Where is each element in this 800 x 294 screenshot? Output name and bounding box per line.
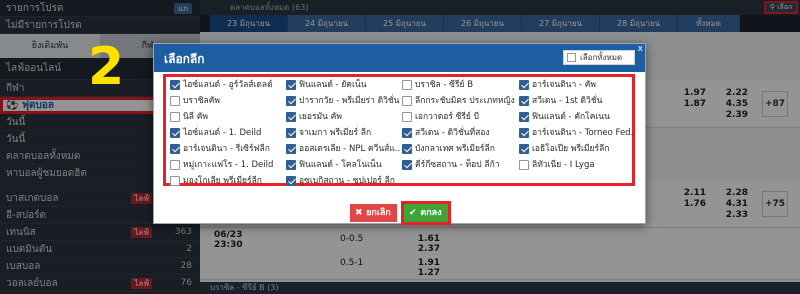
checkbox-checked-icon[interactable] [402, 128, 412, 138]
checkbox-checked-icon[interactable] [286, 112, 296, 122]
league-option[interactable]: ปารากวัย - พรีเมียร่า ดิวิชั่น [285, 93, 401, 109]
league-option[interactable]: นิลี คัพ [169, 109, 285, 125]
checkbox-unchecked-icon[interactable] [402, 96, 412, 106]
league-select-modal: เลือกลีก เลือกทั้งหมด x ไอซ์แลนด์ - อูร์… [153, 43, 646, 225]
league-option[interactable]: ลิทัวเนีย - I Lyga [518, 157, 635, 173]
league-option[interactable]: คีร์กีซสถาน - ท็อป ลีก้า [401, 157, 518, 173]
league-option-label: หมู่เกาะแฟโร - 1. Deild [183, 160, 274, 170]
league-option[interactable]: ไอซ์แลนด์ - อูร์วัลส์เดลด์ [169, 77, 285, 93]
league-option[interactable]: เอกวาดอร์ ซีรีย์ บี [401, 109, 518, 125]
checkbox-checked-icon[interactable] [170, 144, 180, 154]
checkbox-icon [567, 53, 576, 62]
league-option-label: ออสเตรเลีย - NPL ควีนส์แ... [299, 144, 401, 154]
checkbox-checked-icon[interactable] [519, 80, 529, 90]
modal-header: เลือกลีก เลือกทั้งหมด x [154, 44, 645, 72]
league-option[interactable]: บราซิล - ซีรีย์ B [401, 77, 518, 93]
checkbox-checked-icon[interactable] [402, 144, 412, 154]
checkbox-checked-icon[interactable] [519, 112, 529, 122]
checkbox-checked-icon[interactable] [286, 160, 296, 170]
checkbox-unchecked-icon[interactable] [170, 112, 180, 122]
league-option-label: ลิทัวเนีย - I Lyga [532, 160, 595, 170]
select-all-label: เลือกทั้งหมด [580, 53, 623, 62]
close-icon[interactable]: x [638, 45, 643, 54]
close-icon: ✖ [355, 208, 363, 218]
league-option-label: สวีเดน - 1st ดิวิชั่น [532, 96, 603, 106]
checkbox-unchecked-icon[interactable] [402, 80, 412, 90]
league-option[interactable]: ฟินแลนด์ - โคลโนเน็น [285, 157, 401, 173]
ok-label: ตกลง [420, 208, 442, 218]
league-option-label: คีร์กีซสถาน - ท็อป ลีก้า [415, 160, 500, 170]
league-option[interactable]: สวีเดน - ดิวิชั่นที่สอง [401, 125, 518, 141]
checkbox-checked-icon[interactable] [286, 176, 296, 186]
league-option[interactable]: เอธิโอเปีย พรีเมียร์ลีก [518, 141, 635, 157]
league-list: ไอซ์แลนด์ - อูร์วัลส์เดลด์ ฟินแลนด์ - ยัค… [163, 74, 635, 186]
league-option[interactable]: อาร์เจนตินา - Torneo Fed... [518, 125, 635, 141]
cancel-label: ยกเลิก [366, 208, 391, 218]
league-option-label: มองโกเลีย พรีเมียร์ลีก [183, 176, 262, 186]
modal-title: เลือกลีก [164, 52, 205, 66]
league-option-label: เอธิโอเปีย พรีเมียร์ลีก [532, 144, 610, 154]
league-option-label: ไอซ์แลนด์ - อูร์วัลส์เดลด์ [183, 80, 273, 90]
checkbox-checked-icon[interactable] [402, 160, 412, 170]
league-option-label: ปารากวัย - พรีเมียร่า ดิวิชั่น [299, 96, 400, 106]
league-option-label: ฟินแลนด์ - โคลโนเน็น [299, 160, 382, 170]
league-option[interactable]: อาร์เจนตินา - คัพ [518, 77, 635, 93]
league-option[interactable]: ฟินแลนด์ - คักโคเนน [518, 109, 635, 125]
checkbox-checked-icon[interactable] [519, 144, 529, 154]
checkbox-checked-icon[interactable] [170, 80, 180, 90]
checkbox-checked-icon[interactable] [170, 128, 180, 138]
league-option-label: เยอรมัน คัพ [299, 112, 342, 122]
league-option-label: ฟินแลนด์ - ยัคเน็น [299, 80, 367, 90]
select-all-checkbox[interactable]: เลือกทั้งหมด [563, 50, 635, 65]
checkbox-checked-icon[interactable] [519, 96, 529, 106]
step-annotation: 2 [88, 37, 125, 97]
league-option-label: บังกลาเทศ พรีเมียร์ลีก [415, 144, 495, 154]
league-option-label: นิลี คัพ [183, 112, 209, 122]
league-option[interactable]: อาร์เจนตินา - รีเซิร์ฟลีก [169, 141, 285, 157]
league-option[interactable]: อุซเบกิสถาน - ซุปเปอร์ ลีก [285, 173, 401, 189]
league-option[interactable]: ลีกกระชับมิตร ประเภทหญิง [401, 93, 518, 109]
checkbox-unchecked-icon[interactable] [402, 112, 412, 122]
league-option-label: บราซิล - ซีรีย์ B [415, 80, 474, 90]
league-option[interactable]: หมู่เกาะแฟโร - 1. Deild [169, 157, 285, 173]
league-option-label: จาเมกา พรีเมียร์ ลีก [299, 128, 372, 138]
league-option[interactable]: สวีเดน - 1st ดิวิชั่น [518, 93, 635, 109]
league-option[interactable]: บราซิลคัพ [169, 93, 285, 109]
checkbox-checked-icon[interactable] [286, 128, 296, 138]
league-option-label: ฟินแลนด์ - คักโคเนน [532, 112, 610, 122]
league-option[interactable]: ออสเตรเลีย - NPL ควีนส์แ... [285, 141, 401, 157]
cancel-button[interactable]: ✖ ยกเลิก [350, 204, 397, 222]
league-option-label: ลีกกระชับมิตร ประเภทหญิง [415, 96, 515, 106]
league-option-label: อุซเบกิสถาน - ซุปเปอร์ ลีก [299, 176, 395, 186]
checkbox-unchecked-icon[interactable] [170, 160, 180, 170]
league-grid: ไอซ์แลนด์ - อูร์วัลส์เดลด์ ฟินแลนด์ - ยัค… [166, 77, 635, 189]
league-option-label: อาร์เจนตินา - รีเซิร์ฟลีก [183, 144, 270, 154]
modal-actions: ✖ ยกเลิก ✔ ตกลง [154, 201, 645, 225]
league-option-label: อาร์เจนตินา - คัพ [532, 80, 597, 90]
league-option[interactable]: จาเมกา พรีเมียร์ ลีก [285, 125, 401, 141]
league-option[interactable]: เยอรมัน คัพ [285, 109, 401, 125]
league-option-label: เอกวาดอร์ ซีรีย์ บี [415, 112, 480, 122]
checkbox-checked-icon[interactable] [286, 80, 296, 90]
check-icon: ✔ [409, 208, 417, 218]
checkbox-unchecked-icon[interactable] [170, 96, 180, 106]
checkbox-checked-icon[interactable] [286, 144, 296, 154]
league-option-label: สวีเดน - ดิวิชั่นที่สอง [415, 128, 490, 138]
league-option[interactable]: ฟินแลนด์ - ยัคเน็น [285, 77, 401, 93]
checkbox-unchecked-icon[interactable] [519, 160, 529, 170]
league-option-label: อาร์เจนตินา - Torneo Fed... [532, 128, 635, 138]
checkbox-checked-icon[interactable] [519, 128, 529, 138]
checkbox-unchecked-icon[interactable] [170, 176, 180, 186]
league-option-label: ไอซ์แลนด์ - 1. Deild [183, 128, 262, 138]
league-option[interactable]: บังกลาเทศ พรีเมียร์ลีก [401, 141, 518, 157]
league-option[interactable]: ไอซ์แลนด์ - 1. Deild [169, 125, 285, 141]
checkbox-checked-icon[interactable] [286, 96, 296, 106]
ok-button[interactable]: ✔ ตกลง [401, 201, 451, 225]
league-option-label: บราซิลคัพ [183, 96, 221, 106]
league-option[interactable]: มองโกเลีย พรีเมียร์ลีก [169, 173, 285, 189]
